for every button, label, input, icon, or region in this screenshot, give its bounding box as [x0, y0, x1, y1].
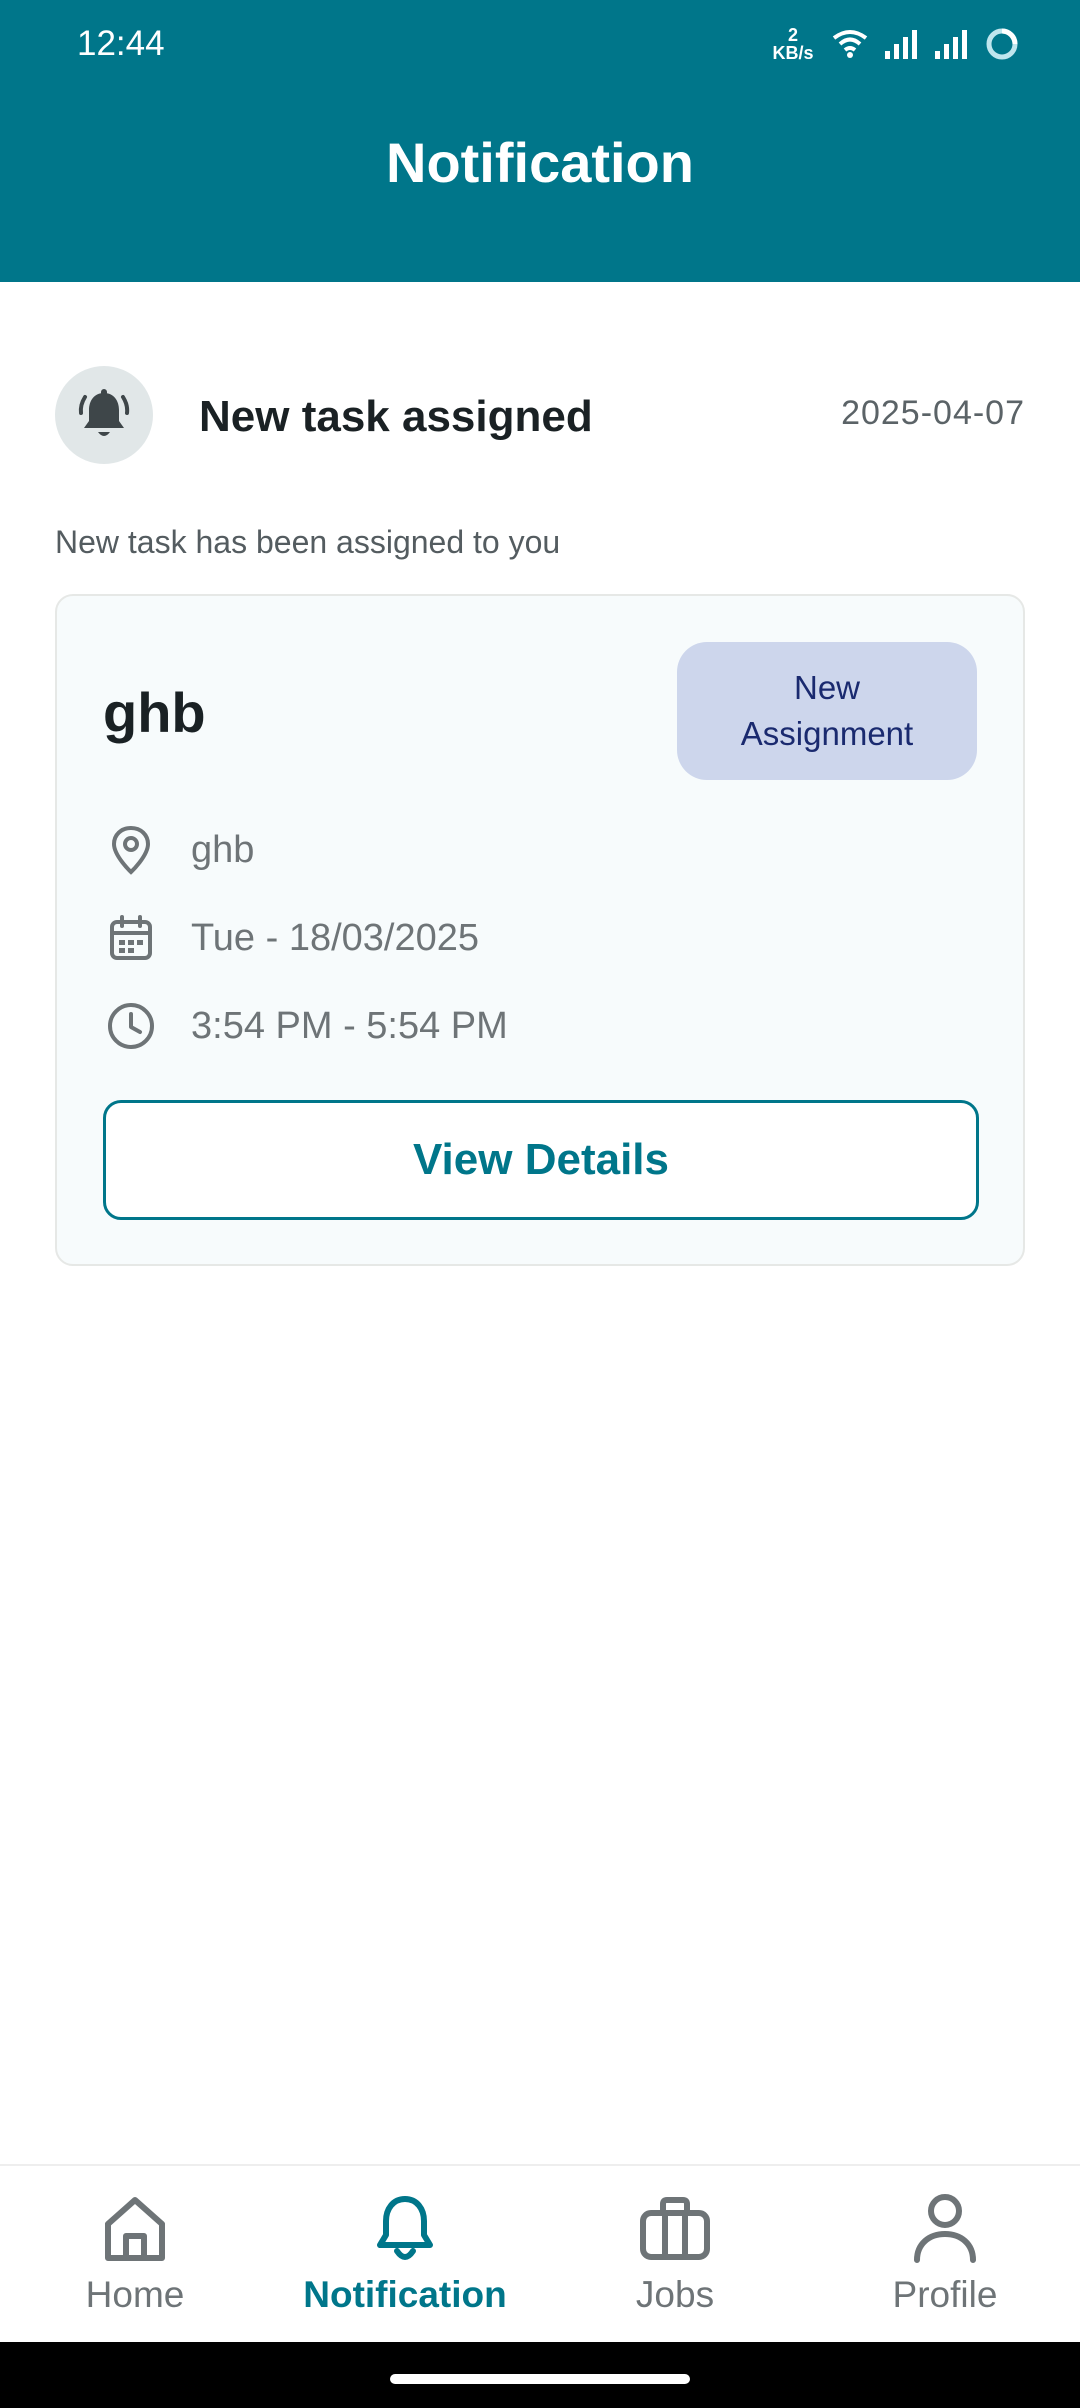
user-icon [914, 2194, 976, 2263]
calendar-icon [110, 915, 152, 960]
status-icons: 2 KB/s [770, 22, 1020, 66]
time-row: 3:54 PM - 5:54 PM [103, 998, 508, 1054]
notification-title: New task assigned [199, 392, 593, 441]
location-row: ghb [103, 822, 254, 878]
home-icon [105, 2197, 165, 2261]
bell-ring-icon [78, 389, 130, 436]
notification-date: 2025-04-07 [841, 394, 1025, 432]
badge-line-1: New [793, 669, 861, 706]
task-title: ghb [103, 681, 206, 744]
briefcase-icon [640, 2197, 710, 2260]
status-badge: New Assignment [677, 642, 977, 780]
nav-label-jobs: Jobs [635, 2274, 715, 2315]
battery-icon [986, 28, 1018, 60]
location-pin-icon [111, 825, 151, 875]
task-card: ghb New Assignment ghb Tue - 18/03/2025 … [55, 594, 1025, 1266]
wifi-icon [832, 30, 868, 58]
network-speed-value: 2 [787, 25, 798, 45]
task-date: Tue - 18/03/2025 [191, 916, 480, 959]
date-row: Tue - 18/03/2025 [103, 910, 479, 966]
nav-label-profile: Profile [892, 2274, 998, 2315]
clock-icon [108, 1003, 154, 1049]
page-title: Notification [386, 131, 694, 194]
task-location: ghb [191, 828, 255, 871]
nav-item-home[interactable]: Home [0, 2166, 270, 2344]
system-navigation-bar [0, 2342, 1080, 2408]
bell-icon [377, 2196, 433, 2260]
nav-item-notification[interactable]: Notification [270, 2166, 540, 2344]
network-speed-unit: KB/s [772, 43, 814, 63]
notification-item[interactable]: New task assigned 2025-04-07 [55, 366, 1025, 464]
notification-avatar [55, 366, 153, 464]
task-time: 3:54 PM - 5:54 PM [191, 1004, 508, 1047]
app-header: 12:44 2 KB/s Notification [0, 0, 1080, 282]
notification-description: New task has been assigned to you [55, 524, 561, 560]
nav-label-notification: Notification [303, 2274, 507, 2315]
badge-line-2: Assignment [740, 715, 914, 752]
nav-label-home: Home [85, 2274, 185, 2315]
home-indicator[interactable] [390, 2374, 690, 2384]
view-details-button[interactable]: View Details [103, 1100, 979, 1220]
nav-item-profile[interactable]: Profile [810, 2166, 1080, 2344]
signal-icon [935, 30, 967, 59]
bottom-nav: Home Notification Jobs Profile [0, 2164, 1080, 2342]
status-time: 12:44 [77, 24, 165, 63]
signal-icon [885, 30, 917, 59]
nav-item-jobs[interactable]: Jobs [540, 2166, 810, 2344]
network-speed: 2 KB/s [770, 26, 816, 62]
